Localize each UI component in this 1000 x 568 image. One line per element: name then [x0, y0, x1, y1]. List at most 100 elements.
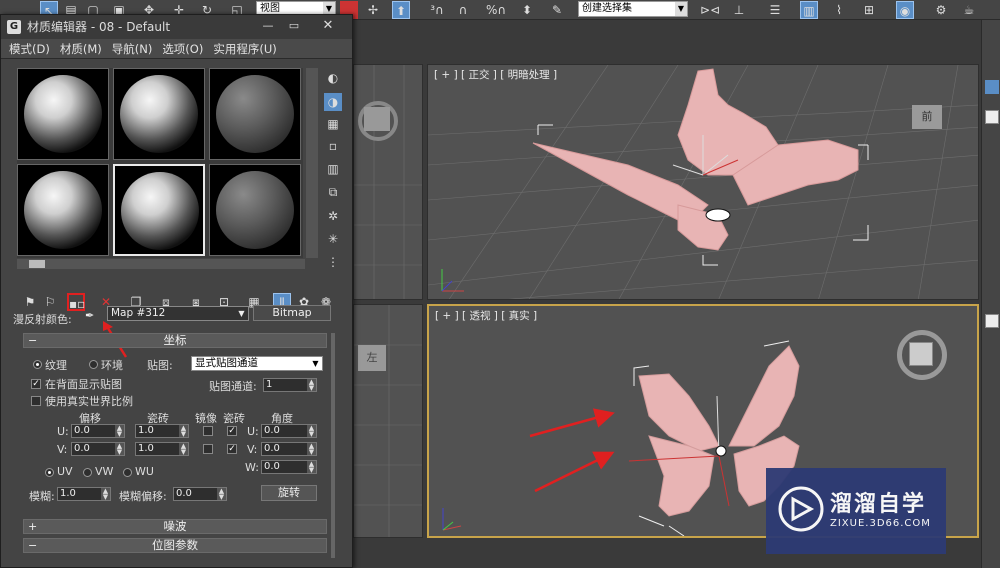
- spinner-arrows-icon[interactable]: ▲ ▼: [217, 488, 226, 501]
- rotate-button[interactable]: 旋转: [261, 485, 317, 501]
- eyedropper-icon[interactable]: ✒: [85, 309, 101, 323]
- make-preview-icon[interactable]: ⧉: [324, 183, 342, 201]
- panel-field[interactable]: [985, 110, 999, 124]
- v-angle-spinner[interactable]: 0.0 ▲ ▼: [261, 442, 317, 456]
- viewcube[interactable]: [909, 342, 933, 366]
- spinner-arrows-icon[interactable]: ▲ ▼: [307, 425, 316, 438]
- menu-options[interactable]: 选项(O): [162, 39, 203, 58]
- wu-label: WU: [135, 465, 154, 478]
- sample-type-icon[interactable]: ◐: [324, 69, 342, 87]
- params-scrollbar[interactable]: [331, 333, 335, 558]
- v-tiling-spinner[interactable]: 1.0 ▲ ▼: [135, 442, 189, 456]
- v-mirror-checkbox[interactable]: [203, 444, 213, 454]
- mapping-dropdown[interactable]: 显式贴图通道 ▼: [191, 356, 323, 371]
- menu-utilities[interactable]: 实用程序(U): [213, 39, 276, 58]
- coordinates-rollout-header[interactable]: − 坐标: [23, 333, 327, 348]
- u-tile-checkbox[interactable]: ✓: [227, 426, 237, 436]
- u-mirror-checkbox[interactable]: [203, 426, 213, 436]
- real-world-checkbox[interactable]: [31, 396, 41, 406]
- assign-to-selection-icon[interactable]: ▪▫: [67, 293, 85, 311]
- spinner-arrows-icon[interactable]: ▲ ▼: [307, 461, 316, 474]
- texture-radio[interactable]: [33, 360, 42, 369]
- sample-slot-4[interactable]: [17, 164, 109, 256]
- keyboard-shortcut-icon[interactable]: ⬆: [392, 1, 410, 19]
- viewcube[interactable]: [364, 107, 390, 131]
- vw-radio[interactable]: [83, 468, 92, 477]
- spinner-arrows-icon[interactable]: ▲ ▼: [307, 443, 316, 456]
- put-to-scene-icon[interactable]: ⚐: [41, 293, 59, 311]
- create-tab-icon[interactable]: [985, 80, 999, 94]
- spinner-arrows-icon[interactable]: ▲ ▼: [179, 443, 188, 456]
- sample-slot-2[interactable]: [113, 68, 205, 160]
- video-color-check-icon[interactable]: ▥: [324, 160, 342, 178]
- u-tiling-spinner[interactable]: 1.0 ▲ ▼: [135, 424, 189, 438]
- menu-navigation[interactable]: 导航(N): [112, 39, 153, 58]
- minimize-icon[interactable]: —: [255, 18, 281, 34]
- layer-manager-icon[interactable]: ☰: [766, 1, 784, 19]
- material-map-navigator-icon[interactable]: ⋮: [324, 253, 342, 271]
- uv-radio[interactable]: [45, 468, 54, 477]
- material-editor-icon[interactable]: ◉: [896, 1, 914, 19]
- v-tile-checkbox[interactable]: ✓: [227, 444, 237, 454]
- viewport-left[interactable]: 左: [353, 304, 423, 538]
- spinner-snap-icon[interactable]: ⬍: [518, 1, 536, 19]
- show-back-checkbox[interactable]: ✓: [31, 379, 41, 389]
- mirror-icon[interactable]: ⊳⊲: [700, 1, 720, 19]
- u-angle-spinner[interactable]: 0.0 ▲ ▼: [261, 424, 317, 438]
- viewcube[interactable]: 前: [912, 105, 942, 129]
- spinner-arrows-icon[interactable]: ▲ ▼: [115, 443, 124, 456]
- viewport-top[interactable]: [ + ] [ 正交 ] [ 明暗处理 ] 前: [427, 64, 979, 300]
- u-offset-spinner[interactable]: 0.0 ▲ ▼: [71, 424, 125, 438]
- spinner-arrows-icon[interactable]: ▲ ▼: [115, 425, 124, 438]
- spinner-arrows-icon[interactable]: ▲ ▼: [307, 379, 316, 392]
- get-material-icon[interactable]: ⚑: [21, 293, 39, 311]
- menu-material[interactable]: 材质(M): [60, 39, 102, 58]
- menu-mode[interactable]: 模式(D): [9, 39, 50, 58]
- background-icon[interactable]: ▦: [324, 115, 342, 133]
- options-icon[interactable]: ✲: [324, 207, 342, 225]
- blur-spinner[interactable]: 1.0 ▲ ▼: [57, 487, 111, 501]
- close-icon[interactable]: ✕: [315, 18, 341, 34]
- named-selection-dropdown[interactable]: 创建选择集 ▼: [578, 1, 688, 17]
- sample-slot-5[interactable]: [113, 164, 205, 256]
- material-editor-titlebar[interactable]: G 材质编辑器 - 08 - Default — ▭ ✕: [1, 15, 352, 39]
- schematic-view-icon[interactable]: ⊞: [860, 1, 878, 19]
- map-channel-spinner[interactable]: 1 ▲ ▼: [263, 378, 317, 392]
- viewcube[interactable]: 左: [358, 345, 386, 371]
- viewport-top-left[interactable]: [353, 64, 423, 300]
- graphite-icon[interactable]: ▥: [800, 1, 818, 19]
- wu-radio[interactable]: [123, 468, 132, 477]
- render-frame-icon[interactable]: ☕: [960, 1, 978, 19]
- map-name-field[interactable]: Map #312 ▼: [107, 306, 249, 321]
- percent-snap-icon[interactable]: %∩: [486, 1, 506, 19]
- spinner-arrows-icon[interactable]: ▲ ▼: [101, 488, 110, 501]
- maximize-icon[interactable]: ▭: [281, 18, 307, 34]
- v-offset-spinner[interactable]: 0.0 ▲ ▼: [71, 442, 125, 456]
- w-angle-spinner[interactable]: 0.0 ▲ ▼: [261, 460, 317, 474]
- curve-editor-icon[interactable]: ⌇: [830, 1, 848, 19]
- spinner-arrows-icon[interactable]: ▲ ▼: [179, 425, 188, 438]
- select-manipulate-icon[interactable]: ✢: [364, 1, 382, 19]
- environ-radio[interactable]: [89, 360, 98, 369]
- scroll-thumb[interactable]: [29, 260, 45, 268]
- sample-slot-1[interactable]: [17, 68, 109, 160]
- align-icon[interactable]: ⊥: [730, 1, 748, 19]
- uv-tiling-icon[interactable]: ▫: [324, 137, 342, 155]
- select-by-material-icon[interactable]: ✳: [324, 230, 342, 248]
- snap-toggle-icon[interactable]: ³∩: [428, 1, 446, 19]
- bitmap-params-rollout-header[interactable]: − 位图参数: [23, 538, 327, 553]
- sample-slot-3[interactable]: [209, 68, 301, 160]
- u-label: U:: [57, 425, 69, 438]
- edit-named-selection-icon[interactable]: ✎: [548, 1, 566, 19]
- map-type-button[interactable]: Bitmap: [253, 305, 331, 321]
- panel-field-2[interactable]: [985, 314, 999, 328]
- viewport-label[interactable]: [ + ] [ 透视 ] [ 真实 ]: [435, 308, 537, 323]
- slots-scrollbar-h[interactable]: [17, 259, 305, 269]
- blur-offset-spinner[interactable]: 0.0 ▲ ▼: [173, 487, 227, 501]
- angle-snap-icon[interactable]: ∩: [454, 1, 472, 19]
- sample-slot-6[interactable]: [209, 164, 301, 256]
- render-setup-icon[interactable]: ⚙: [932, 1, 950, 19]
- noise-rollout-header[interactable]: + 噪波: [23, 519, 327, 534]
- backlight-icon[interactable]: ◑: [324, 93, 342, 111]
- slots-scrollbar-v[interactable]: [306, 68, 318, 258]
